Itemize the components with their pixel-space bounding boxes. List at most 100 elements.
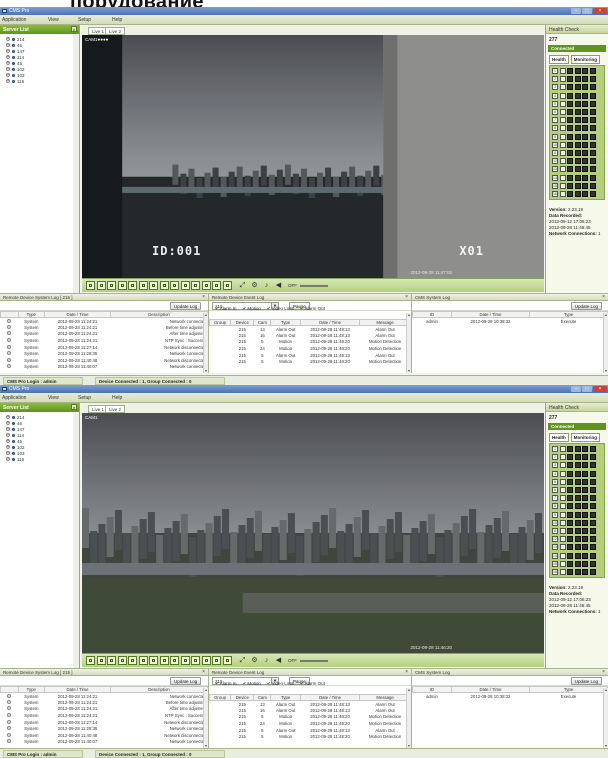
camera-viewport[interactable]: CAM1 2012-09-28 11:46:20 bbox=[82, 413, 544, 653]
layout-grid-button[interactable] bbox=[180, 656, 190, 665]
table-row[interactable]: 215 5 Motion 2012-09-28 11:48:20 Motion Dete… bbox=[210, 339, 411, 346]
tab-live-2[interactable]: Live 2 bbox=[105, 405, 126, 413]
filter-checkbox[interactable]: ✔ Alarm Out bbox=[300, 681, 325, 687]
table-row[interactable]: System 2012-09-28 11:24:21 NTP Sync : Succ… bbox=[1, 337, 208, 344]
filter-checkbox[interactable]: ✔ Video Loss bbox=[267, 306, 294, 312]
table-row[interactable]: System 2012-09-28 11:40:48 Network disconn… bbox=[1, 357, 208, 364]
expand-icon[interactable]: + bbox=[6, 61, 10, 65]
table-row[interactable]: System 2012-09-28 11:24:21 After time adju… bbox=[1, 706, 208, 713]
filter-checkbox[interactable]: ✔ Alarm Out bbox=[300, 306, 325, 312]
layout-grid-button[interactable] bbox=[159, 281, 169, 290]
table-row[interactable]: System 2012-09-28 11:28:35 Network connect… bbox=[1, 350, 208, 357]
tab-health[interactable]: Health bbox=[549, 433, 569, 442]
scroll-up-icon[interactable]: ▲ bbox=[204, 688, 208, 692]
layout-grid-button[interactable] bbox=[128, 281, 137, 290]
expand-icon[interactable]: + bbox=[6, 433, 10, 437]
layout-grid-button[interactable] bbox=[128, 656, 137, 665]
scroll-down-icon[interactable]: ▼ bbox=[604, 369, 608, 373]
alarm-icon[interactable]: ♪ bbox=[262, 281, 271, 290]
volume-slider[interactable] bbox=[300, 285, 328, 287]
layout-grid-button[interactable] bbox=[159, 656, 169, 665]
minimize-icon[interactable]: – bbox=[571, 8, 581, 14]
expand-icon[interactable]: + bbox=[6, 49, 10, 53]
update-log-button[interactable]: Update Log bbox=[170, 677, 202, 685]
layout-grid-button[interactable] bbox=[138, 656, 148, 665]
filter-checkbox[interactable]: ✔ Alarm In bbox=[215, 306, 237, 312]
expand-icon[interactable]: + bbox=[6, 427, 10, 431]
layout-grid-button[interactable] bbox=[107, 281, 116, 290]
close-panel-icon[interactable]: × bbox=[602, 669, 605, 675]
expand-icon[interactable]: + bbox=[6, 421, 10, 425]
close-panel-icon[interactable]: × bbox=[202, 294, 205, 300]
table-row[interactable]: System 2012-09-28 11:27:14 Network disconn… bbox=[1, 344, 208, 351]
layout-grid-button[interactable] bbox=[222, 281, 232, 290]
table-row[interactable]: 215 24 Motion 2012-09-28 11:48:20 Motion Det… bbox=[210, 345, 411, 352]
close-panel-icon[interactable]: × bbox=[405, 294, 408, 300]
server-tree-item[interactable]: +115 bbox=[2, 78, 71, 84]
table-row[interactable]: 215 16 Alarm Out 2012-09-28 11:48:13 Alarm O… bbox=[210, 332, 411, 339]
menu-item-help[interactable]: Help bbox=[112, 17, 122, 23]
vertical-scrollbar[interactable]: ▲ ▼ bbox=[203, 313, 208, 373]
table-row[interactable]: 215 13 Alarm Out 2012-09-28 11:48:13 Alarm O… bbox=[210, 326, 411, 333]
table-row[interactable]: System 2012-09-28 11:24:21 Before time adj… bbox=[1, 699, 208, 706]
layout-grid-button[interactable] bbox=[222, 656, 232, 665]
scroll-up-icon[interactable]: ▲ bbox=[604, 313, 608, 317]
table-row[interactable]: System 2012-09-28 11:24:21 NTP Sync : Succ… bbox=[1, 712, 208, 719]
scroll-up-icon[interactable]: ▲ bbox=[604, 688, 608, 692]
expand-icon[interactable]: + bbox=[6, 451, 10, 455]
table-row[interactable]: 215 5 Alarm Out 2012-09-28 11:48:13 Alarm Ou… bbox=[210, 727, 411, 734]
layout-grid-button[interactable] bbox=[170, 281, 179, 290]
camera-viewport[interactable]: CAM1●●●● ID:001 X01 2012-09-28 11:47:02 bbox=[82, 35, 544, 278]
filter-checkbox[interactable]: ✔ Video Loss bbox=[267, 681, 294, 687]
close-icon[interactable]: × bbox=[593, 386, 607, 392]
close-panel-icon[interactable]: × bbox=[202, 669, 205, 675]
layout-grid-button[interactable] bbox=[191, 281, 200, 290]
expand-icon[interactable]: + bbox=[6, 415, 10, 419]
filter-checkbox[interactable]: ✔ Alarm In bbox=[215, 681, 237, 687]
table-row[interactable]: System 2012-09-28 11:24:21 Network connect… bbox=[1, 318, 208, 325]
tab-health[interactable]: Health bbox=[549, 55, 569, 64]
layout-grid-button[interactable] bbox=[117, 656, 127, 665]
table-row[interactable]: 215 24 Motion 2012-09-28 11:48:20 Motion Det… bbox=[210, 720, 411, 727]
table-row[interactable]: System 2012-09-28 11:28:35 Network connect… bbox=[1, 725, 208, 732]
layout-grid-button[interactable] bbox=[212, 656, 221, 665]
settings-icon[interactable]: ⚙ bbox=[250, 656, 259, 665]
table-row[interactable]: System 2012-09-28 11:40:48 Network disconn… bbox=[1, 732, 208, 739]
expand-icon[interactable]: + bbox=[6, 445, 10, 449]
menu-item-view[interactable]: View bbox=[48, 17, 59, 23]
layout-grid-button[interactable] bbox=[96, 656, 106, 665]
table-row[interactable]: System 2012-09-28 11:24:21 Before time adj… bbox=[1, 324, 208, 331]
tab-live-2[interactable]: Live 2 bbox=[105, 27, 126, 35]
update-log-button[interactable]: Update Log bbox=[170, 302, 202, 310]
expand-icon[interactable]: + bbox=[6, 439, 10, 443]
layout-grid-button[interactable] bbox=[96, 281, 106, 290]
scroll-up-icon[interactable]: ▲ bbox=[407, 688, 411, 692]
layout-grid-button[interactable] bbox=[180, 281, 190, 290]
volume-icon[interactable]: ◀ bbox=[274, 281, 283, 290]
expand-icon[interactable]: + bbox=[6, 79, 10, 83]
minimize-icon[interactable]: – bbox=[571, 386, 581, 392]
layout-grid-button[interactable] bbox=[201, 656, 211, 665]
layout-grid-button[interactable] bbox=[191, 656, 200, 665]
menu-item-application[interactable]: Application bbox=[2, 395, 26, 401]
expand-icon[interactable]: + bbox=[6, 73, 10, 77]
layout-grid-button[interactable] bbox=[107, 656, 116, 665]
expand-icon[interactable]: + bbox=[6, 55, 10, 59]
layout-grid-button[interactable] bbox=[170, 656, 179, 665]
scroll-up-icon[interactable]: ▲ bbox=[407, 313, 411, 317]
layout-grid-button[interactable] bbox=[201, 281, 211, 290]
fullscreen-icon[interactable]: ⤢ bbox=[238, 656, 247, 665]
vertical-scrollbar[interactable]: ▲ ▼ bbox=[203, 688, 208, 748]
tab-monitoring[interactable]: Monitoring bbox=[570, 55, 601, 64]
maximize-icon[interactable]: □ bbox=[582, 386, 592, 392]
table-row[interactable]: System 2012-09-28 11:24:21 After time adju… bbox=[1, 331, 208, 338]
update-log-button[interactable]: Update Log bbox=[570, 302, 602, 310]
alarm-icon[interactable]: ♪ bbox=[262, 656, 271, 665]
menu-item-setup[interactable]: Setup bbox=[78, 395, 91, 401]
menu-item-setup[interactable]: Setup bbox=[78, 17, 91, 23]
layout-grid-button[interactable] bbox=[149, 281, 158, 290]
filter-checkbox[interactable]: ✔ Motion bbox=[243, 306, 261, 312]
expand-icon[interactable]: + bbox=[6, 457, 10, 461]
tab-monitoring[interactable]: Monitoring bbox=[570, 433, 601, 442]
table-row[interactable]: admin 2012-09-28 10:38:32 Execute bbox=[413, 693, 608, 700]
